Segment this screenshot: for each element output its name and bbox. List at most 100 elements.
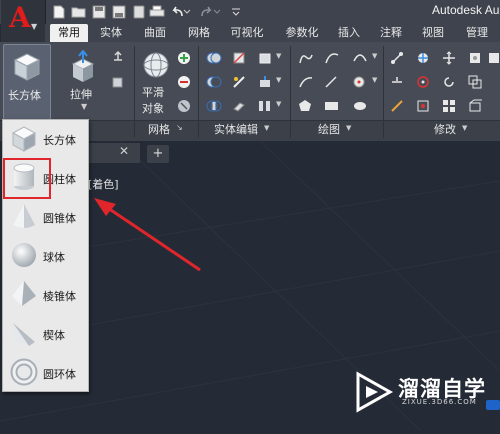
chevron-down-icon[interactable]: ▼ xyxy=(276,52,281,60)
trim-icon[interactable] xyxy=(390,74,404,88)
menu-item-wedge[interactable]: 楔体 xyxy=(3,316,88,352)
presspull-icon[interactable] xyxy=(111,49,125,63)
chevron-down-icon[interactable]: ▼ xyxy=(372,76,377,84)
tab-parametric[interactable]: 参数化 xyxy=(280,24,324,42)
arc-icon[interactable] xyxy=(324,50,339,64)
slice-icon[interactable] xyxy=(232,74,246,88)
tab-manage[interactable]: 管理 xyxy=(459,24,495,42)
union-icon[interactable] xyxy=(206,50,222,64)
menu-item-label: 圆锥体 xyxy=(43,212,76,225)
copy-icon[interactable] xyxy=(468,74,482,89)
panel-title-mesh[interactable]: 网格 xyxy=(148,122,170,138)
watermark-logo xyxy=(356,371,394,413)
3d-align-icon[interactable] xyxy=(416,74,430,88)
viewcube-icon[interactable] xyxy=(486,400,500,410)
array-icon[interactable] xyxy=(442,98,456,112)
tab-annotate[interactable]: 注释 xyxy=(375,24,407,42)
new-file-icon[interactable] xyxy=(50,3,68,20)
ellipse-icon[interactable] xyxy=(352,98,366,112)
polysolid-icon[interactable] xyxy=(111,74,125,88)
save-as-icon[interactable] xyxy=(110,3,128,20)
extract-edges-icon[interactable] xyxy=(258,50,272,64)
box-button[interactable]: 长方体 xyxy=(3,44,51,120)
tab-insert[interactable]: 插入 xyxy=(333,24,365,42)
separate-icon[interactable] xyxy=(258,98,272,112)
circle-icon[interactable] xyxy=(352,74,366,88)
spline-icon[interactable] xyxy=(298,74,313,88)
mesh-panel-launcher-icon[interactable]: ↘ xyxy=(176,123,183,132)
chevron-down-icon[interactable]: ▼ xyxy=(264,124,269,132)
gizmo-move-icon[interactable] xyxy=(442,50,456,65)
extrude-button[interactable]: 拉伸 ▼ xyxy=(63,44,105,118)
box-icon xyxy=(13,53,41,81)
3d-rotate-icon[interactable] xyxy=(416,50,430,64)
qat-customize-icon[interactable] xyxy=(228,3,244,20)
polyline-icon[interactable] xyxy=(298,50,313,64)
undo-dropdown-icon[interactable] xyxy=(182,3,192,20)
menu-item-label: 球体 xyxy=(43,251,65,264)
chevron-down-icon[interactable]: ▼ xyxy=(462,124,467,132)
close-icon[interactable]: ✕ xyxy=(119,144,129,158)
menu-item-pyramid[interactable]: 棱锥体 xyxy=(3,277,88,313)
rotate-icon[interactable] xyxy=(442,74,456,88)
3d-mirror-icon[interactable] xyxy=(468,50,482,64)
tab-view[interactable]: 视图 xyxy=(417,24,449,42)
box-icon xyxy=(11,126,37,152)
extrude-label: 拉伸 xyxy=(70,88,92,101)
smooth-label-1: 平滑 xyxy=(142,86,164,99)
smooth-more-icon[interactable] xyxy=(177,50,191,64)
web-mobile-icon[interactable] xyxy=(130,3,148,20)
panel-title-solid-edit[interactable]: 实体编辑 xyxy=(214,122,258,138)
chevron-down-icon[interactable]: ▼ xyxy=(346,124,351,132)
chevron-down-icon[interactable]: ▼ xyxy=(372,52,377,60)
new-tab-button[interactable]: + xyxy=(147,145,169,163)
menu-item-label: 圆环体 xyxy=(43,368,76,381)
chevron-down-icon[interactable]: ▼ xyxy=(276,100,281,108)
fillet-icon[interactable] xyxy=(390,98,404,112)
modify-more-icon[interactable] xyxy=(488,50,500,64)
panel-title-draw[interactable]: 绘图 xyxy=(318,122,340,138)
panel-separator xyxy=(198,46,199,138)
tab-visualize[interactable]: 可视化 xyxy=(225,24,269,42)
smooth-less-icon[interactable] xyxy=(177,74,191,88)
offset-icon[interactable] xyxy=(468,98,482,112)
tab-mesh[interactable]: 网格 xyxy=(183,24,215,42)
save-icon[interactable] xyxy=(90,3,108,20)
extrude-faces-icon[interactable] xyxy=(258,74,272,88)
subtract-icon[interactable] xyxy=(206,74,222,88)
drawing-file-tab[interactable]: ✕ xyxy=(80,143,140,163)
tab-solid[interactable]: 实体 xyxy=(95,24,127,42)
3d-scale-icon[interactable] xyxy=(416,98,430,112)
menu-item-box[interactable]: 长方体 xyxy=(3,121,88,157)
redo-dropdown-icon[interactable] xyxy=(212,3,222,20)
menu-item-label: 楔体 xyxy=(43,329,65,342)
menu-item-cone[interactable]: 圆锥体 xyxy=(3,199,88,235)
menu-item-label: 棱锥体 xyxy=(43,290,76,303)
red-arrow-annotation xyxy=(94,198,201,272)
tab-surface[interactable]: 曲面 xyxy=(139,24,171,42)
menu-item-sphere[interactable]: 球体 xyxy=(3,238,88,274)
pyramid-icon xyxy=(12,281,36,306)
3d-polyline-icon[interactable] xyxy=(352,50,367,64)
rectangle-icon[interactable] xyxy=(324,98,338,112)
application-menu-button[interactable]: A ▼ xyxy=(1,0,46,42)
chevron-down-icon[interactable]: ▼ xyxy=(276,76,281,84)
tab-home[interactable]: 常用 xyxy=(50,24,88,42)
wedge-icon xyxy=(13,323,35,346)
plot-icon[interactable] xyxy=(148,3,166,20)
line-icon[interactable] xyxy=(324,74,338,88)
mesh-sphere-icon xyxy=(143,52,169,78)
panel-separator xyxy=(383,46,384,138)
3d-move-icon[interactable] xyxy=(390,50,404,64)
menu-item-torus[interactable]: 圆环体 xyxy=(3,355,88,391)
smooth-object-button[interactable]: 平滑 对象 xyxy=(137,44,175,118)
panel-title-modify[interactable]: 修改 xyxy=(434,122,456,138)
autocad-logo: A xyxy=(9,1,31,34)
open-folder-icon[interactable] xyxy=(70,3,88,20)
interfere-icon[interactable] xyxy=(232,50,246,64)
thicken-icon[interactable] xyxy=(232,98,246,112)
polygon-icon[interactable] xyxy=(298,98,312,112)
refine-mesh-icon[interactable] xyxy=(177,98,191,112)
intersect-icon[interactable] xyxy=(206,98,222,112)
window-title: Autodesk Au xyxy=(432,3,500,17)
